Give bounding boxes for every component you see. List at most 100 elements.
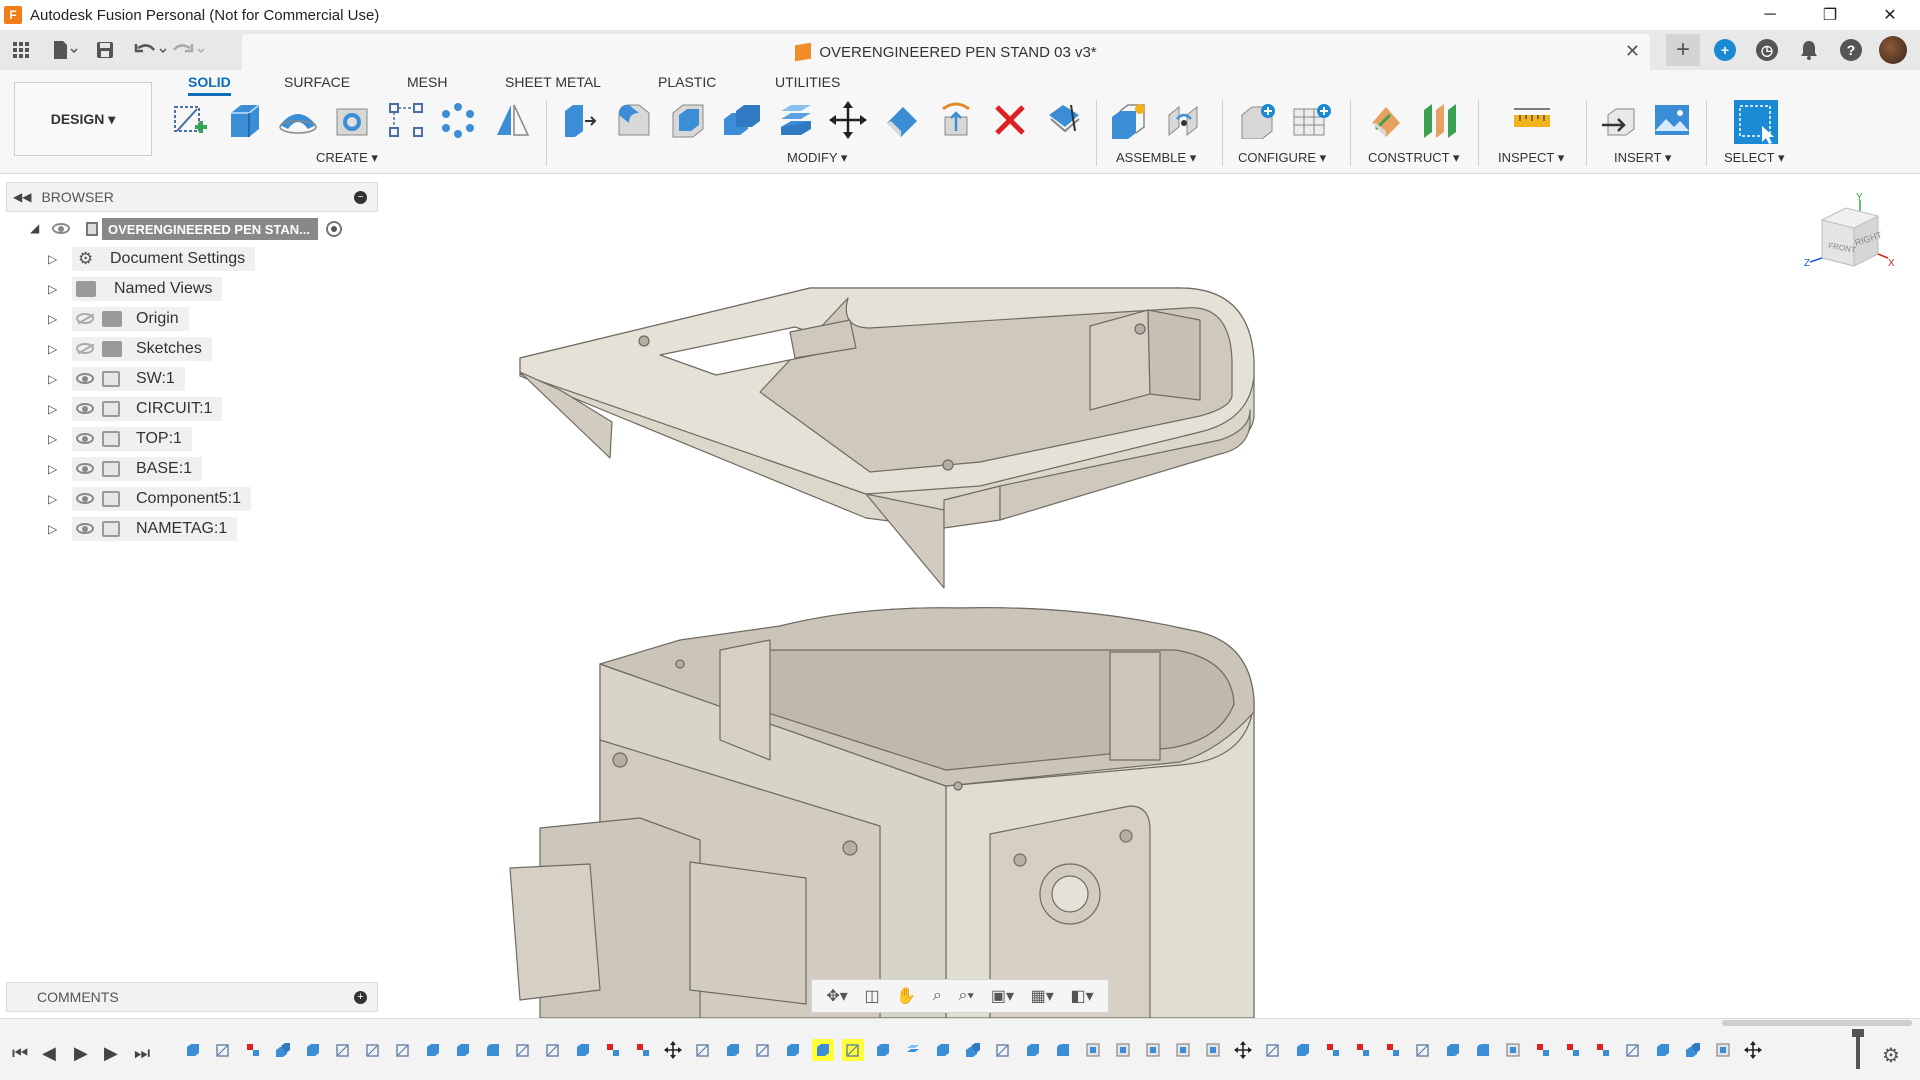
timeline-feature-icon[interactable] xyxy=(1712,1039,1734,1061)
expand-arrow-icon[interactable]: ▷ xyxy=(48,372,57,386)
help-icon[interactable]: ? xyxy=(1834,34,1868,66)
tree-item-top[interactable]: TOP:1 xyxy=(72,427,192,451)
timeline-feature-icon[interactable] xyxy=(1052,1039,1074,1061)
timeline-feature-icon[interactable] xyxy=(962,1039,984,1061)
timeline-feature-icon[interactable] xyxy=(1202,1039,1224,1061)
timeline-feature-icon[interactable] xyxy=(932,1039,954,1061)
offset-plane-icon[interactable] xyxy=(1364,98,1408,142)
grid-settings-icon[interactable]: ▦▾ xyxy=(1031,986,1054,1006)
midplane-icon[interactable] xyxy=(1418,98,1462,142)
expand-arrow-icon[interactable]: ▷ xyxy=(48,462,57,476)
combine-icon[interactable] xyxy=(720,98,764,142)
visibility-eye-icon[interactable] xyxy=(76,523,94,535)
tree-item-circuit[interactable]: CIRCUIT:1 xyxy=(72,397,223,421)
timeline-feature-icon[interactable] xyxy=(1562,1039,1584,1061)
expand-arrow-icon[interactable]: ▷ xyxy=(48,492,57,506)
visibility-eye-icon[interactable] xyxy=(76,463,94,475)
tree-item-document-settings[interactable]: ⚙ Document Settings xyxy=(72,247,256,271)
timeline-feature-icon[interactable] xyxy=(1592,1039,1614,1061)
measure-icon[interactable] xyxy=(1510,98,1554,142)
modify-group-label[interactable]: MODIFY ▾ xyxy=(787,150,847,166)
user-avatar[interactable] xyxy=(1876,34,1910,66)
rectangular-pattern-icon[interactable] xyxy=(384,98,428,142)
tab-solid[interactable]: SOLID xyxy=(188,74,231,96)
timeline-settings-gear-icon[interactable]: ⚙ xyxy=(1882,1043,1900,1068)
viewcube[interactable]: Y FRONT RIGHT Z X xyxy=(1800,192,1900,282)
shell-icon[interactable] xyxy=(666,98,710,142)
timeline-feature-icon[interactable] xyxy=(1382,1039,1404,1061)
timeline-feature-icon[interactable] xyxy=(422,1039,444,1061)
visibility-eye-icon[interactable] xyxy=(76,373,94,385)
zoom-icon[interactable]: ⌕ xyxy=(933,987,942,1005)
timeline-feature-icon[interactable] xyxy=(1742,1039,1764,1061)
pan-hand-icon[interactable]: ✋ xyxy=(896,986,916,1006)
expand-arrow-icon[interactable]: ▷ xyxy=(48,342,57,356)
activate-radio-icon[interactable] xyxy=(326,221,343,237)
restore-button[interactable]: ❐ xyxy=(1800,0,1860,30)
timeline-feature-icon[interactable] xyxy=(1442,1039,1464,1061)
timeline-feature-icon[interactable] xyxy=(332,1039,354,1061)
delete-icon[interactable] xyxy=(988,98,1032,142)
timeline-feature-icon[interactable] xyxy=(452,1039,474,1061)
expand-arrow-icon[interactable]: ▷ xyxy=(48,252,57,266)
expand-arrow-icon[interactable]: ▷ xyxy=(48,432,57,446)
tree-item-sketches[interactable]: Sketches xyxy=(72,337,212,361)
undo-icon[interactable] xyxy=(134,35,168,65)
close-tab-icon[interactable]: ✕ xyxy=(1625,41,1640,62)
base-body[interactable] xyxy=(509,607,1255,1018)
timeline-feature-icon[interactable] xyxy=(1292,1039,1314,1061)
timeline-feature-icon[interactable] xyxy=(1322,1039,1344,1061)
play-icon[interactable]: ▶ xyxy=(74,1043,88,1064)
timeline-feature-icon[interactable] xyxy=(1262,1039,1284,1061)
timeline-feature-icon[interactable] xyxy=(902,1039,924,1061)
expand-arrow-icon[interactable]: ▷ xyxy=(48,282,57,296)
tab-sheet-metal[interactable]: SHEET METAL xyxy=(505,74,601,90)
step-back-icon[interactable]: ◀ xyxy=(42,1043,56,1064)
close-window-button[interactable]: ✕ xyxy=(1860,0,1920,30)
mirror-icon[interactable] xyxy=(490,98,534,142)
step-forward-icon[interactable]: ▶ xyxy=(104,1043,118,1064)
timeline-feature-icon[interactable] xyxy=(182,1039,204,1061)
timeline-feature-icon[interactable] xyxy=(1172,1039,1194,1061)
canvas-image-icon[interactable] xyxy=(1650,98,1694,142)
joint-icon[interactable] xyxy=(1162,98,1206,142)
look-at-icon[interactable]: ◫ xyxy=(864,986,879,1006)
timeline-feature-icon[interactable] xyxy=(632,1039,654,1061)
timeline-feature-icon[interactable] xyxy=(1082,1039,1104,1061)
timeline-feature-icon[interactable] xyxy=(212,1039,234,1061)
extrude-icon[interactable] xyxy=(222,98,266,142)
fillet-icon[interactable] xyxy=(612,98,656,142)
timeline-feature-icon[interactable] xyxy=(842,1039,864,1061)
collapse-browser-icon[interactable]: ◀◀ xyxy=(13,190,31,204)
timeline-feature-icon[interactable] xyxy=(1142,1039,1164,1061)
tree-item-base[interactable]: BASE:1 xyxy=(72,457,203,481)
tree-item-named-views[interactable]: Named Views xyxy=(72,277,223,301)
go-to-start-icon[interactable]: ⏮ xyxy=(12,1043,28,1064)
timeline-feature-icon[interactable] xyxy=(692,1039,714,1061)
timeline-feature-icon[interactable] xyxy=(992,1039,1014,1061)
circular-pattern-icon[interactable] xyxy=(436,98,480,142)
tree-item-component5[interactable]: Component5:1 xyxy=(72,487,251,511)
select-icon[interactable] xyxy=(1732,98,1780,146)
expand-arrow-icon[interactable]: ▷ xyxy=(48,402,57,416)
timeline-feature-icon[interactable] xyxy=(572,1039,594,1061)
orbit-icon[interactable]: ✥▾ xyxy=(826,986,847,1006)
timeline-marker[interactable] xyxy=(1856,1031,1860,1069)
new-component-icon[interactable] xyxy=(1108,98,1152,142)
timeline-feature-icon[interactable] xyxy=(1352,1039,1374,1061)
hole-icon[interactable] xyxy=(330,98,374,142)
timeline-feature-icon[interactable] xyxy=(1532,1039,1554,1061)
hidden-eye-icon[interactable] xyxy=(76,343,95,355)
inspect-group-label[interactable]: INSPECT ▾ xyxy=(1498,150,1564,166)
job-status-clock-icon[interactable]: ◷ xyxy=(1750,34,1784,66)
minimize-button[interactable]: ─ xyxy=(1740,0,1800,30)
timeline-feature-icon[interactable] xyxy=(242,1039,264,1061)
configuration-table-icon[interactable] xyxy=(1290,98,1334,142)
new-tab-button[interactable]: + xyxy=(1666,34,1700,66)
construct-group-label[interactable]: CONSTRUCT ▾ xyxy=(1368,150,1460,166)
timeline-feature-icon[interactable] xyxy=(812,1039,834,1061)
offset-face-icon[interactable] xyxy=(774,98,818,142)
minimize-browser-icon[interactable]: − xyxy=(354,191,367,204)
configure-group-label[interactable]: CONFIGURE ▾ xyxy=(1238,150,1326,166)
go-to-end-icon[interactable]: ⏭ xyxy=(134,1043,150,1064)
